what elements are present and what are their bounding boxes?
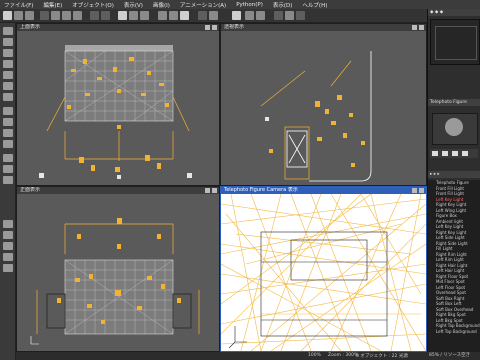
viewport-menu-icon[interactable] (412, 25, 417, 30)
viewport-title: 透視表示 (221, 24, 426, 31)
group-tool-icon[interactable] (3, 264, 13, 272)
viewport-top-canvas (39, 45, 192, 179)
menu-item[interactable]: 編集(E) (43, 1, 62, 9)
cone-tool-icon[interactable] (3, 140, 13, 148)
menu-item[interactable]: アニメーション(A) (180, 1, 226, 9)
viewport-menu-icon[interactable] (205, 188, 210, 193)
menu-item[interactable]: ファイル(F) (4, 1, 33, 9)
toolbar (0, 9, 480, 23)
status-objects: 0 オブジェクト : 22 光源 (356, 354, 408, 359)
tool-palette (0, 23, 16, 360)
text-tool-icon[interactable] (3, 38, 13, 46)
viewport-camera-canvas (221, 194, 426, 351)
viewport-perspective[interactable]: 透視表示 (220, 23, 427, 186)
viewport-title: 上面表示 (17, 24, 219, 31)
menu-item[interactable]: 画像(I) (153, 1, 170, 9)
scene-list: Telephoto Figure Front Fill Light Front Fi… (428, 180, 480, 358)
viewport-title: 正面表示 (17, 187, 219, 194)
morph-tool-icon[interactable] (3, 220, 13, 228)
pan-icon[interactable] (452, 151, 458, 156)
cut-icon[interactable] (51, 11, 60, 20)
menu-bar: ファイル(F) 編集(E) オブジェクト(O) 表示(V) 画像(I) アニメーション(A… (0, 0, 480, 9)
zoom-icon[interactable] (232, 11, 241, 20)
viewport-menu-icon[interactable] (205, 25, 210, 30)
hand-icon[interactable] (432, 151, 438, 156)
ik-tool-icon[interactable] (3, 253, 13, 261)
sphere-tool-icon[interactable] (3, 107, 13, 115)
viewport-top[interactable]: 上面表示 (16, 23, 220, 186)
cylinder-tool-icon[interactable] (3, 129, 13, 137)
cube-tool-icon[interactable] (3, 118, 13, 126)
status-bar: 100% Zoom : 300% 0 オブジェクト : 22 光源 (16, 352, 427, 360)
copy-icon[interactable] (62, 11, 71, 20)
camera-label: Telephoto Figure (428, 99, 480, 106)
status-zoom: Zoom : 300% (328, 353, 359, 358)
viewport-maximize-icon[interactable] (212, 188, 217, 193)
open-file-icon[interactable] (14, 11, 23, 20)
hand-tool-icon[interactable] (3, 71, 13, 79)
paste-icon[interactable] (73, 11, 82, 20)
render-icon[interactable] (40, 11, 49, 20)
viewport-maximize-icon[interactable] (419, 188, 424, 193)
zoom-view-icon[interactable] (462, 151, 468, 156)
viewport-maximize-icon[interactable] (419, 25, 424, 30)
status-fps: 100% (308, 353, 321, 358)
select-icon[interactable] (118, 11, 127, 20)
figure-tool-icon[interactable] (3, 176, 13, 184)
light-tool-icon[interactable] (3, 154, 13, 162)
layout-icon[interactable] (274, 11, 283, 20)
settings-icon[interactable] (296, 11, 305, 20)
paint-tool-icon[interactable] (3, 82, 13, 90)
eyedropper-tool-icon[interactable] (3, 93, 13, 101)
undo-icon[interactable] (90, 11, 99, 20)
preview-icon[interactable] (285, 11, 294, 20)
dolly-icon[interactable] (442, 151, 448, 156)
menu-item[interactable]: ヘルプ(H) (302, 1, 327, 9)
preview-frame (435, 26, 477, 60)
view-buttons (430, 149, 478, 158)
new-file-icon[interactable] (3, 11, 12, 20)
menu-item[interactable]: 表示(V) (124, 1, 143, 9)
viewport-maximize-icon[interactable] (212, 25, 217, 30)
texture-icon[interactable] (180, 11, 189, 20)
grid-icon[interactable] (198, 11, 207, 20)
camera-icon[interactable] (209, 11, 218, 20)
scene-list-item[interactable]: Left Top Background (428, 329, 480, 335)
camera-control[interactable] (432, 113, 478, 145)
scale-tool-icon[interactable] (3, 60, 13, 68)
menu-item[interactable]: 表示(D) (273, 1, 293, 9)
light-icon[interactable] (256, 11, 265, 20)
shaded-icon[interactable] (169, 11, 178, 20)
bone-tool-icon[interactable] (3, 242, 13, 250)
rotate-icon[interactable] (140, 11, 149, 20)
right-dock: ◆ ◆ ◆ Telephoto Figure ▸ ▸ ▸ Telephoto F… (427, 9, 480, 360)
menu-item[interactable]: オブジェクト(O) (72, 1, 114, 9)
viewport-camera[interactable]: Telephoto Figure Camera 表示 (220, 186, 427, 352)
camera-tool-icon[interactable] (3, 165, 13, 173)
scene-panel-header: ▸ ▸ ▸ (428, 171, 480, 178)
viewport-menu-icon[interactable] (412, 188, 417, 193)
viewport-front-canvas (30, 218, 200, 345)
viewport-perspective-canvas (260, 51, 372, 182)
move-icon[interactable] (129, 11, 138, 20)
wireframe-icon[interactable] (158, 11, 167, 20)
move-tool-icon[interactable] (3, 49, 13, 57)
viewport-title: Telephoto Figure Camera 表示 (221, 187, 426, 194)
panel-header: ◆ ◆ ◆ (428, 9, 480, 16)
save-icon[interactable] (25, 11, 34, 20)
status-progress: 85% / リソース空き (427, 352, 480, 360)
scene-list-item[interactable]: Right Top Background (428, 323, 480, 329)
camera-trackball-icon[interactable] (445, 118, 463, 136)
viewport-front[interactable]: 正面表示 (16, 186, 220, 352)
menu-item[interactable]: Python(P) (236, 2, 263, 8)
redo-icon[interactable] (101, 11, 110, 20)
arrow-tool-icon[interactable] (3, 27, 13, 35)
deform-tool-icon[interactable] (3, 231, 13, 239)
preview-panel (430, 19, 480, 65)
fit-view-icon[interactable] (245, 11, 254, 20)
